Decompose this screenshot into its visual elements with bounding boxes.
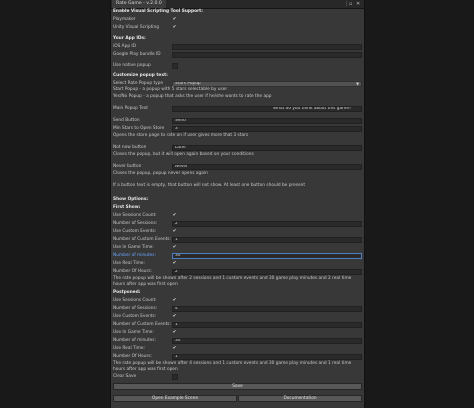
app-ids-header: Your App IDs: xyxy=(113,36,146,41)
first-num-hours-field[interactable]: 2 xyxy=(172,269,362,275)
first-real-time-label: Use Real Time: xyxy=(113,261,145,266)
post-num-sessions-label: Number of Sessions: xyxy=(113,306,158,311)
save-button[interactable]: Save xyxy=(113,383,362,390)
documentation-button[interactable]: Documentation xyxy=(238,395,362,402)
first-num-minutes-field[interactable]: 30 xyxy=(172,253,362,259)
google-play-id-field[interactable] xyxy=(172,52,362,58)
start-popup-description: Start Popup - a popup with 5 stars selec… xyxy=(113,87,228,92)
post-num-minutes-label: Number of minutes: xyxy=(113,338,156,343)
close-icon[interactable]: ✕ xyxy=(356,0,360,8)
send-description: Opens the store page to rate on if user … xyxy=(113,133,249,138)
main-popup-text-label: Main Popup Text xyxy=(113,106,148,111)
post-num-hours-field[interactable]: 1 xyxy=(172,354,362,360)
restore-icon[interactable]: ▫ xyxy=(349,0,352,8)
empty-button-note: If a button text is empty, that button w… xyxy=(113,183,306,188)
first-summary-line-2: hours after app was first open xyxy=(113,282,178,287)
playmaker-checkbox[interactable]: ✔ xyxy=(172,17,177,22)
first-sessions-count-checkbox[interactable]: ✔ xyxy=(172,213,177,218)
chevron-down-icon: ▼ xyxy=(356,81,359,86)
first-sessions-count-label: Use Sessions Count: xyxy=(113,213,157,218)
send-button-field[interactable]: Send xyxy=(172,118,362,124)
first-custom-events-checkbox[interactable]: ✔ xyxy=(172,229,177,234)
post-sessions-count-checkbox[interactable]: ✔ xyxy=(172,298,177,303)
post-num-minutes-field[interactable]: 30 xyxy=(172,338,362,344)
post-num-sessions-field[interactable]: 4 xyxy=(172,306,362,312)
never-button-field[interactable]: Never xyxy=(172,164,362,170)
customize-header: Customize popup text: xyxy=(113,73,168,78)
native-popup-label: Use native popup xyxy=(113,63,151,68)
first-num-custom-field[interactable]: 1 xyxy=(172,237,362,243)
post-num-hours-label: Number Of Hours: xyxy=(113,354,152,359)
rate-game-window: Rate Game - v.2.0.0 ⋮ ▫ ✕ Enable Visual … xyxy=(110,0,365,408)
post-ingame-time-checkbox[interactable]: ✔ xyxy=(172,330,177,335)
yesno-popup-description: Yes/No Popup - a popup that asks the use… xyxy=(113,94,272,99)
google-play-id-label: Google Play bundle ID xyxy=(113,52,161,57)
ios-app-id-label: iOS App ID xyxy=(113,44,137,49)
first-num-custom-label: Number of Custom Events: xyxy=(113,237,171,242)
not-now-button-field[interactable]: Later xyxy=(172,145,362,151)
postponed-header: Postponed: xyxy=(113,290,141,295)
first-num-sessions-label: Number of Sessions: xyxy=(113,221,158,226)
post-custom-events-checkbox[interactable]: ✔ xyxy=(172,314,177,319)
first-ingame-time-checkbox[interactable]: ✔ xyxy=(172,245,177,250)
first-num-hours-label: Number Of Hours: xyxy=(113,269,152,274)
send-button-label: Send Button xyxy=(113,118,140,123)
unity-visual-scripting-label: Unity Visual Scripting xyxy=(113,25,159,30)
title-bar: Rate Game - v.2.0.0 ⋮ ▫ ✕ xyxy=(111,0,364,9)
min-stars-field[interactable]: 3 xyxy=(172,126,362,132)
post-num-custom-label: Number of Custom Events: xyxy=(113,322,171,327)
never-button-label: Never button xyxy=(113,164,142,169)
clear-save-label: Clear Save xyxy=(113,374,137,379)
first-show-header: First Show: xyxy=(113,205,141,210)
clear-save-checkbox[interactable] xyxy=(172,374,178,380)
never-description: Closes the popup, popup never opens agai… xyxy=(113,171,208,176)
unity-visual-scripting-checkbox[interactable]: ✔ xyxy=(172,25,177,30)
show-options-header: Show Options: xyxy=(113,197,149,202)
main-popup-text-field[interactable]: What do you think about this game? xyxy=(172,106,362,112)
visual-scripting-header: Enable Visual Scripting Tool Support: xyxy=(113,9,203,14)
post-sessions-count-label: Use Sessions Count: xyxy=(113,298,157,303)
first-num-sessions-field[interactable]: 2 xyxy=(172,221,362,227)
first-custom-events-label: Use Custom Events: xyxy=(113,229,157,234)
post-custom-events-label: Use Custom Events: xyxy=(113,314,157,319)
first-ingame-time-label: Use In Game Time: xyxy=(113,245,154,250)
post-num-custom-field[interactable]: 1 xyxy=(172,322,362,328)
min-stars-label: Min Stars to Open Store xyxy=(113,126,165,131)
post-summary-line-2: hours after app was first open xyxy=(113,367,178,372)
post-real-time-label: Use Real Time: xyxy=(113,346,145,351)
playmaker-label: Playmaker xyxy=(113,17,136,22)
not-now-button-label: Not now button xyxy=(113,145,147,150)
first-real-time-checkbox[interactable]: ✔ xyxy=(172,261,177,266)
post-real-time-checkbox[interactable]: ✔ xyxy=(172,346,177,351)
post-ingame-time-label: Use In Game Time: xyxy=(113,330,154,335)
window-tab[interactable]: Rate Game - v.2.0.0 xyxy=(112,0,166,8)
popup-type-value: Stars Popup xyxy=(175,81,201,86)
not-now-description: Closes the popup, but it will open again… xyxy=(113,152,254,157)
open-example-scene-button[interactable]: Open Example Scene xyxy=(113,395,237,402)
native-popup-checkbox[interactable] xyxy=(172,63,178,69)
first-num-minutes-label: Number of minutes: xyxy=(113,253,156,258)
ios-app-id-field[interactable] xyxy=(172,44,362,50)
